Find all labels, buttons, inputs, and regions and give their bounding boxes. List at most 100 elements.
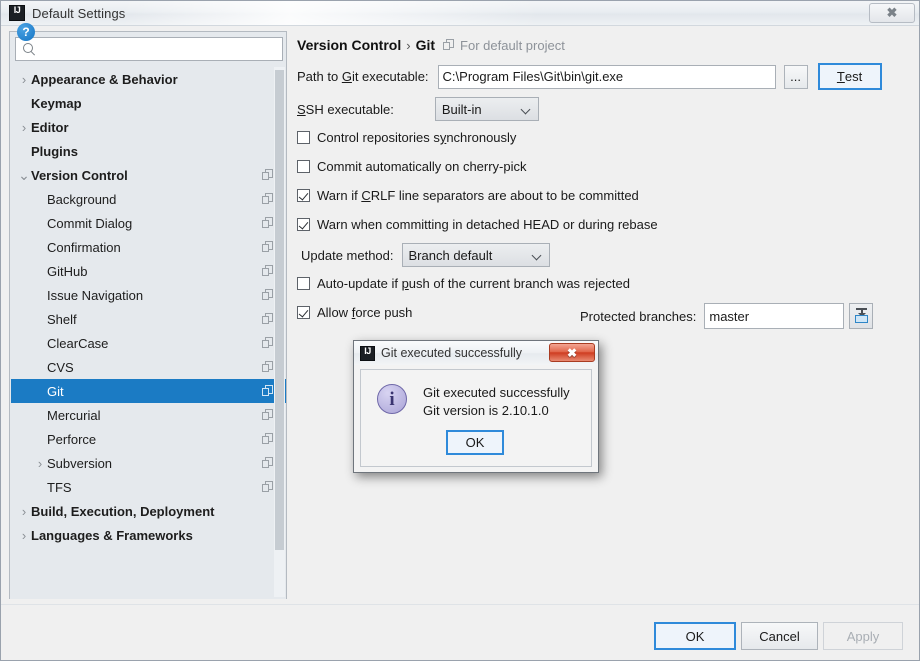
checkbox-label: Auto-update if push of the current branc… (317, 276, 630, 291)
cancel-button[interactable]: Cancel (741, 622, 818, 650)
checkbox-box[interactable] (297, 131, 310, 144)
ssh-executable-select[interactable]: Built-in (435, 97, 539, 121)
dialog-title: Git executed successfully (381, 346, 522, 360)
sidebar-item-languages-frameworks[interactable]: ›Languages & Frameworks (11, 523, 286, 547)
sidebar-item-shelf[interactable]: Shelf (11, 307, 286, 331)
checkbox-box[interactable] (297, 306, 310, 319)
chevron-down-icon (533, 252, 541, 257)
sidebar-item-keymap[interactable]: Keymap (11, 91, 286, 115)
copy-icon (262, 409, 274, 421)
checkbox-label: Commit automatically on cherry-pick (317, 159, 527, 174)
breadcrumb-parent: Version Control (297, 37, 401, 53)
dialog-body: i Git executed successfully Git version … (360, 369, 592, 467)
update-method-row: Update method: Branch default (297, 243, 550, 267)
sidebar-item-confirmation[interactable]: Confirmation (11, 235, 286, 259)
copy-icon (262, 289, 274, 301)
dialog-message-line1: Git executed successfully (423, 384, 570, 402)
sidebar-item-label: Build, Execution, Deployment (31, 504, 214, 519)
expand-field-icon[interactable] (849, 303, 873, 329)
tree-indent (33, 314, 47, 325)
sidebar-item-cvs[interactable]: CVS (11, 355, 286, 379)
chevron-down-icon[interactable]: ⌄ (17, 172, 31, 178)
apply-button: Apply (823, 622, 903, 650)
checkbox-label: Allow force push (317, 305, 412, 320)
checkbox-allow-force-push[interactable]: Allow force push (297, 305, 412, 320)
checkbox-commit-cherry-pick[interactable]: Commit automatically on cherry-pick (297, 159, 527, 174)
chevron-right-icon[interactable]: › (17, 121, 31, 134)
copy-icon (262, 361, 274, 373)
sidebar-item-background[interactable]: Background (11, 187, 286, 211)
checkbox-label: Warn when committing in detached HEAD or… (317, 217, 658, 232)
search-icon (20, 40, 38, 58)
checkbox-box[interactable] (297, 189, 310, 202)
sidebar-item-clearcase[interactable]: ClearCase (11, 331, 286, 355)
protected-branches-input[interactable]: master (704, 303, 844, 329)
sidebar-item-git[interactable]: Git (11, 379, 286, 403)
git-path-input[interactable]: C:\Program Files\Git\bin\git.exe (438, 65, 776, 89)
copy-icon (262, 433, 274, 445)
sidebar-item-tfs[interactable]: TFS (11, 475, 286, 499)
sidebar-scrollbar-thumb[interactable] (275, 70, 284, 550)
sidebar-item-commit-dialog[interactable]: Commit Dialog (11, 211, 286, 235)
checkbox-box[interactable] (297, 218, 310, 231)
git-settings-panel: Version Control › Git For default projec… (293, 31, 913, 599)
test-button[interactable]: Test (818, 63, 882, 90)
copy-icon (262, 241, 274, 253)
sidebar-item-label: Shelf (47, 312, 77, 327)
sidebar-item-label: Mercurial (47, 408, 100, 423)
sidebar-item-issue-navigation[interactable]: Issue Navigation (11, 283, 286, 307)
sidebar-scrollbar[interactable] (274, 67, 285, 597)
ok-button[interactable]: OK (654, 622, 736, 650)
update-method-value: Branch default (409, 248, 493, 263)
ssh-executable-value: Built-in (442, 102, 482, 117)
help-icon[interactable]: ? (17, 23, 35, 41)
ssh-label: SSH executable: (297, 102, 394, 117)
sidebar-item-label: Background (47, 192, 116, 207)
copy-icon (262, 385, 274, 397)
breadcrumb-scope-note: For default project (460, 38, 565, 53)
sidebar-item-label: Plugins (31, 144, 78, 159)
chevron-right-icon[interactable]: › (17, 73, 31, 86)
checkbox-control-repositories[interactable]: Control repositories synchronously (297, 130, 516, 145)
copy-icon (262, 193, 274, 205)
sidebar-item-label: Commit Dialog (47, 216, 132, 231)
sidebar-item-subversion[interactable]: ›Subversion (11, 451, 286, 475)
sidebar-item-github[interactable]: GitHub (11, 259, 286, 283)
tree-indent (33, 266, 47, 277)
checkbox-box[interactable] (297, 277, 310, 290)
sidebar-item-version-control[interactable]: ⌄Version Control (11, 163, 286, 187)
sidebar-item-label: Languages & Frameworks (31, 528, 193, 543)
dialog-close-icon[interactable]: ✖ (549, 343, 595, 362)
sidebar-item-appearance-behavior[interactable]: ›Appearance & Behavior (11, 67, 286, 91)
info-icon-glyph: i (389, 390, 394, 409)
dialog-ok-button[interactable]: OK (446, 430, 504, 455)
sidebar-item-mercurial[interactable]: Mercurial (11, 403, 286, 427)
sidebar-item-label: Issue Navigation (47, 288, 143, 303)
sidebar-item-editor[interactable]: ›Editor (11, 115, 286, 139)
dialog-message: Git executed successfully Git version is… (423, 384, 570, 420)
chevron-right-icon[interactable]: › (17, 529, 31, 542)
sidebar-item-label: TFS (47, 480, 72, 495)
update-method-select[interactable]: Branch default (402, 243, 550, 267)
search-input[interactable] (38, 42, 282, 57)
chevron-down-icon (522, 106, 530, 111)
chevron-right-icon[interactable]: › (33, 457, 47, 470)
browse-button[interactable]: ... (784, 65, 808, 89)
tree-indent (17, 146, 31, 157)
info-icon: i (377, 384, 407, 414)
sidebar-item-plugins[interactable]: Plugins (11, 139, 286, 163)
sidebar-item-build-execution-deployment[interactable]: ›Build, Execution, Deployment (11, 499, 286, 523)
checkbox-warn-detached-head[interactable]: Warn when committing in detached HEAD or… (297, 217, 658, 232)
titlebar-highlight (121, 1, 541, 25)
checkbox-auto-update[interactable]: Auto-update if push of the current branc… (297, 276, 630, 291)
git-path-row: Path to Git executable: C:\Program Files… (297, 63, 882, 90)
close-icon[interactable]: ✖ (869, 3, 915, 23)
chevron-right-icon[interactable]: › (17, 505, 31, 518)
checkbox-box[interactable] (297, 160, 310, 173)
checkbox-warn-crlf[interactable]: Warn if CRLF line separators are about t… (297, 188, 639, 203)
search-box[interactable] (15, 37, 283, 61)
sidebar-item-perforce[interactable]: Perforce (11, 427, 286, 451)
checkbox-label: Warn if CRLF line separators are about t… (317, 188, 639, 203)
copy-icon (262, 169, 274, 181)
tree-indent (33, 194, 47, 205)
